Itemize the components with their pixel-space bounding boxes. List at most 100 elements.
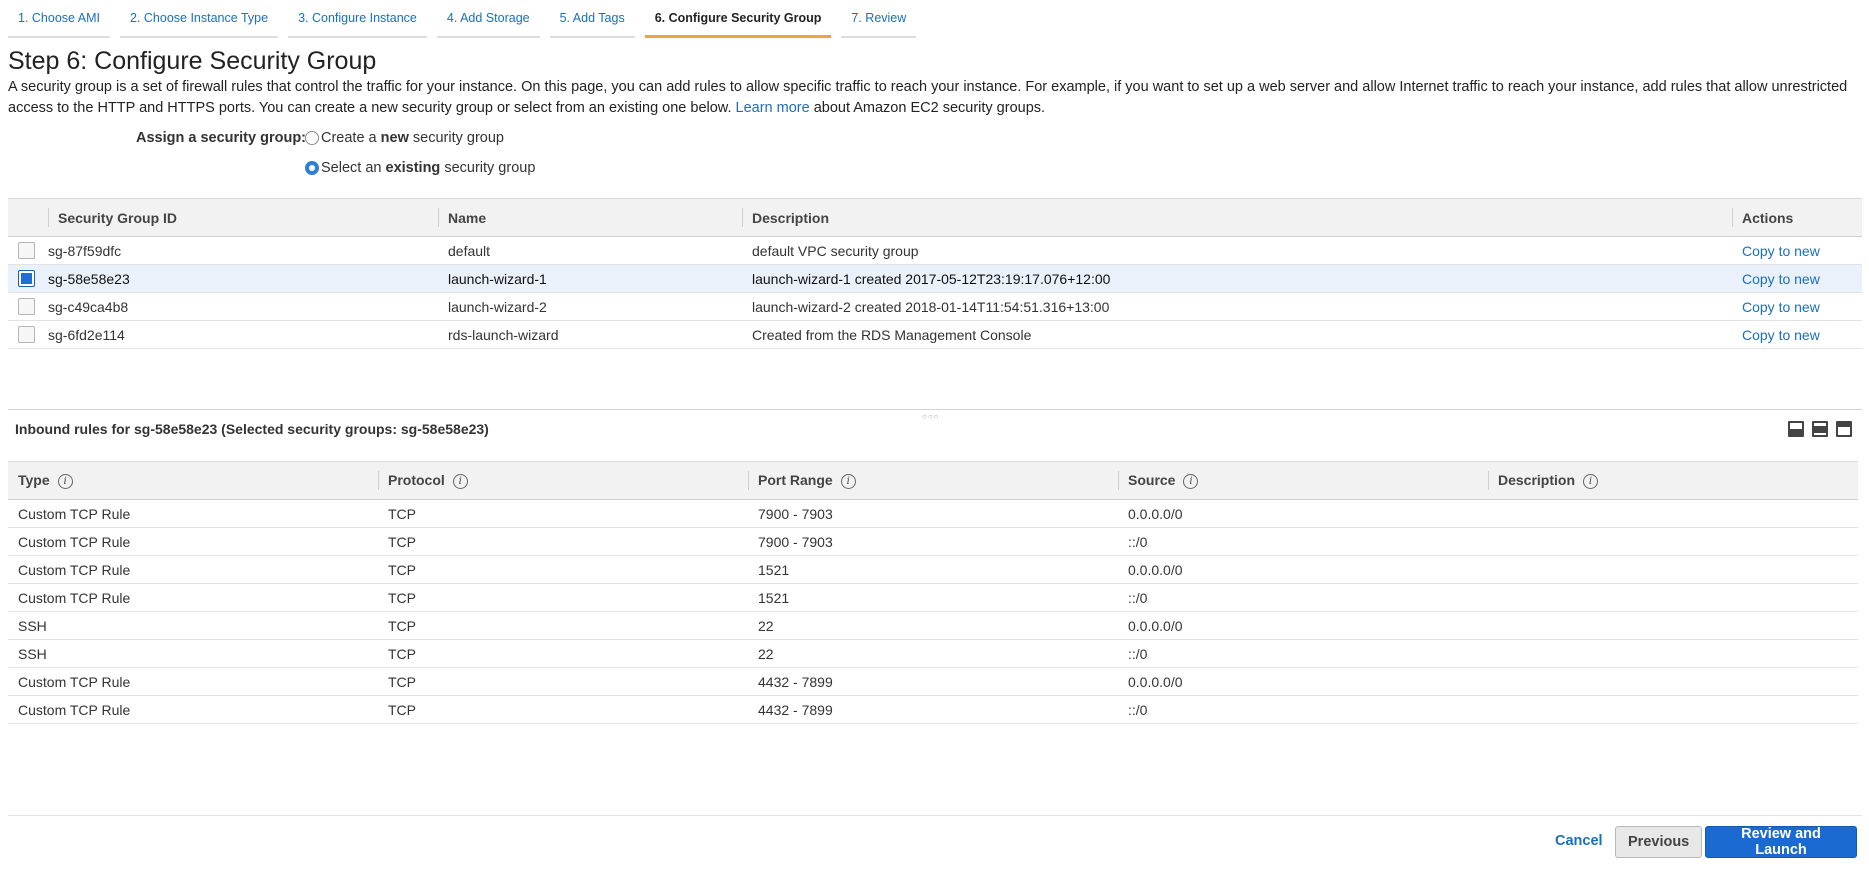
copy-to-new-link[interactable]: Copy to new [1742,271,1820,287]
rule-protocol: TCP [378,527,748,556]
rule-port-range: 22 [748,639,1118,668]
rule-row: Custom TCP Rule TCP 7900 - 7903 ::/0 [8,527,1858,556]
panel-splitter[interactable] [8,409,1862,410]
radio-create-new[interactable] [305,131,319,145]
rule-source: ::/0 [1118,639,1488,668]
rule-description [1488,639,1858,668]
rule-row: Custom TCP Rule TCP 4432 - 7899 0.0.0.0/… [8,667,1858,696]
sg-row[interactable]: sg-c49ca4b8 launch-wizard-2 launch-wizar… [8,292,1862,321]
sg-row-checkbox-cell [8,320,48,349]
info-icon[interactable]: i [840,473,856,489]
info-icon[interactable]: i [1583,473,1599,489]
radio-create-new-label: Create a new security group [321,130,504,146]
rule-type: Custom TCP Rule [8,695,378,724]
rule-row: SSH TCP 22 0.0.0.0/0 [8,611,1858,640]
sg-row-checkbox-cell [8,292,48,321]
sg-row[interactable]: sg-87f59dfc default default VPC security… [8,236,1862,265]
wizard-tabs: 1. Choose AMI 2. Choose Instance Type 3.… [8,0,926,38]
copy-to-new-link[interactable]: Copy to new [1742,299,1820,315]
rule-protocol: TCP [378,639,748,668]
radio-select-existing-security-group[interactable]: Select an existing security group [305,160,535,176]
tab-choose-instance-type[interactable]: 2. Choose Instance Type [120,0,279,38]
tab-configure-instance[interactable]: 3. Configure Instance [288,0,427,38]
sg-row-id: sg-87f59dfc [48,236,438,265]
radio-select-existing[interactable] [305,161,319,175]
sg-row-name: default [438,236,742,265]
inbound-rules-table: Type i Protocol i Port Range i Source i Desc… [8,461,1858,724]
previous-button[interactable]: Previous [1615,826,1703,858]
radio-create-new-security-group[interactable]: Create a new security group [305,130,504,146]
sg-row-name: launch-wizard-1 [438,264,742,293]
rule-port-range: 4432 - 7899 [748,695,1118,724]
learn-more-link[interactable]: Learn more [736,100,810,116]
rule-source: 0.0.0.0/0 [1118,611,1488,640]
info-icon[interactable]: i [452,473,468,489]
sg-row-name: launch-wizard-2 [438,292,742,321]
panel-split-icon[interactable] [1812,421,1828,437]
cancel-button[interactable]: Cancel [1555,833,1603,849]
rule-protocol: TCP [378,667,748,696]
rule-row: Custom TCP Rule TCP 4432 - 7899 ::/0 [8,695,1858,724]
rule-port-range: 1521 [748,583,1118,612]
rule-source: ::/0 [1118,695,1488,724]
rule-row: Custom TCP Rule TCP 1521 0.0.0.0/0 [8,555,1858,584]
copy-to-new-link[interactable]: Copy to new [1742,243,1820,259]
panel-bottom-icon[interactable] [1788,421,1804,437]
rule-description [1488,667,1858,696]
info-icon[interactable]: i [57,473,73,489]
sg-row-action-cell: Copy to new [1732,320,1862,349]
sg-header-id[interactable]: Security Group ID [48,198,438,237]
rule-source: ::/0 [1118,583,1488,612]
panel-top-icon[interactable] [1836,421,1852,437]
footer-divider [8,815,1862,816]
rule-type: Custom TCP Rule [8,583,378,612]
intro-suffix: about Amazon EC2 security groups. [813,100,1046,116]
rule-protocol: TCP [378,499,748,528]
sg-row[interactable]: sg-6fd2e114 rds-launch-wizard Created fr… [8,320,1862,349]
sg-row-id: sg-c49ca4b8 [48,292,438,321]
rule-type: Custom TCP Rule [8,555,378,584]
rule-row: Custom TCP Rule TCP 7900 - 7903 0.0.0.0/… [8,499,1858,528]
sg-row-action-cell: Copy to new [1732,264,1862,293]
rule-port-range: 4432 - 7899 [748,667,1118,696]
sg-row-checkbox[interactable] [18,298,35,316]
sg-row-id: sg-6fd2e114 [48,320,438,349]
rule-description [1488,499,1858,528]
sg-row-checkbox[interactable] [18,242,35,260]
rule-row: SSH TCP 22 ::/0 [8,639,1858,668]
splitter-grip-icon[interactable]: ○○○ [922,412,940,421]
rule-description [1488,611,1858,640]
rule-source: 0.0.0.0/0 [1118,555,1488,584]
review-and-launch-button[interactable]: Review and Launch [1705,826,1857,858]
sg-header-description[interactable]: Description [742,198,1732,237]
rule-protocol: TCP [378,583,748,612]
sg-row-description: default VPC security group [742,236,1732,265]
sg-row-description: Created from the RDS Management Console [742,320,1732,349]
info-icon[interactable]: i [1183,473,1199,489]
tab-add-storage[interactable]: 4. Add Storage [436,0,540,38]
rule-description [1488,527,1858,556]
rule-description [1488,555,1858,584]
sg-row-checkbox[interactable] [18,270,35,288]
intro-text: A security group is a set of firewall ru… [8,77,1863,119]
sg-row-action-cell: Copy to new [1732,292,1862,321]
tab-review[interactable]: 7. Review [841,0,917,38]
rule-protocol: TCP [378,555,748,584]
copy-to-new-link[interactable]: Copy to new [1742,327,1820,343]
tab-configure-security-group[interactable]: 6. Configure Security Group [644,0,832,38]
tab-choose-ami[interactable]: 1. Choose AMI [8,0,110,38]
rule-port-range: 7900 - 7903 [748,527,1118,556]
sg-row-checkbox-cell [8,264,48,293]
sg-row-description: launch-wizard-2 created 2018-01-14T11:54… [742,292,1732,321]
rules-header-port-range: Port Range i [748,461,1118,500]
assign-security-group-label: Assign a security group: [136,130,307,146]
sg-header-name[interactable]: Name [438,198,742,237]
rule-row: Custom TCP Rule TCP 1521 ::/0 [8,583,1858,612]
tab-add-tags[interactable]: 5. Add Tags [549,0,635,38]
rules-header-protocol: Protocol i [378,461,748,500]
rules-header-type: Type i [8,461,378,500]
inbound-rules-title: Inbound rules for sg-58e58e23 (Selected … [15,421,489,437]
sg-row-checkbox[interactable] [18,326,35,344]
rule-type: Custom TCP Rule [8,527,378,556]
sg-row[interactable]: sg-58e58e23 launch-wizard-1 launch-wizar… [8,264,1862,293]
